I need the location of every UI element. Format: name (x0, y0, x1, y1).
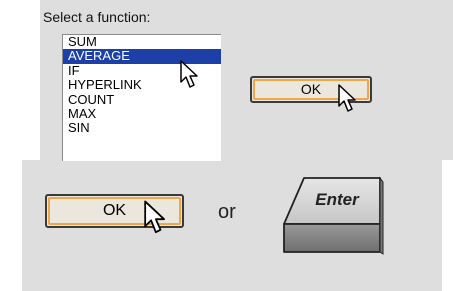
function-listbox[interactable]: SUM AVERAGE IF HYPERLINK COUNT MAX SIN (62, 34, 221, 161)
ok-button-label: OK (300, 81, 322, 97)
enter-key-icon: Enter (283, 176, 384, 255)
function-list-item[interactable]: MAX (63, 106, 221, 121)
mouse-pointer-icon (338, 84, 356, 112)
enter-key-label: Enter (315, 190, 360, 209)
select-function-label: Select a function: (43, 9, 151, 25)
function-list-item[interactable]: COUNT (63, 92, 221, 107)
ok-button-label: OK (102, 202, 127, 219)
function-list-item[interactable]: SIN (63, 120, 221, 135)
mouse-pointer-icon (180, 60, 198, 88)
mouse-pointer-icon (144, 200, 165, 234)
or-connector: or (218, 201, 236, 223)
function-list-item[interactable]: SUM (63, 35, 221, 49)
